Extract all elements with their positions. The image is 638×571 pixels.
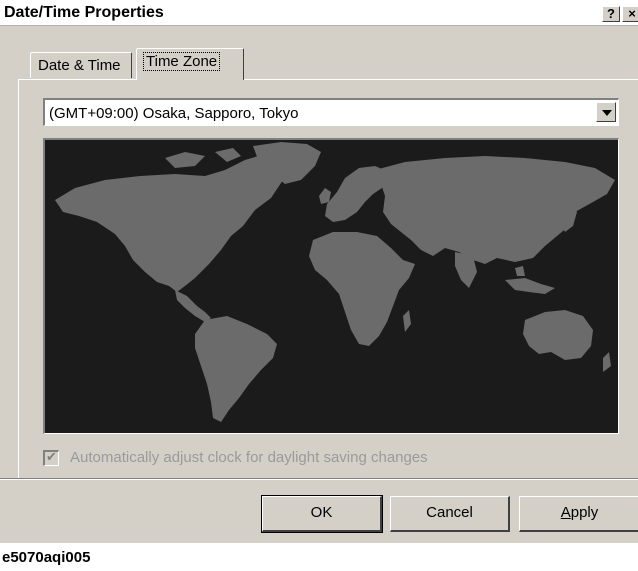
tab-time-zone-label: Time Zone — [142, 52, 221, 71]
arctic-islands-shape — [165, 148, 241, 168]
chevron-down-icon[interactable] — [596, 102, 616, 122]
world-map-graphic — [55, 142, 615, 422]
africa-shape — [309, 232, 415, 346]
date-time-properties-dialog: Date/Time Properties ? × Date & Time Tim… — [0, 0, 638, 543]
tab-date-time[interactable]: Date & Time — [30, 52, 132, 78]
timezone-select-value: (GMT+09:00) Osaka, Sapporo, Tokyo — [49, 105, 299, 122]
help-button[interactable]: ? — [602, 6, 620, 22]
central-america-shape — [175, 290, 211, 322]
new-zealand-shape — [603, 352, 611, 372]
tab-time-zone[interactable]: Time Zone — [136, 48, 244, 80]
madagascar-shape — [403, 310, 411, 332]
figure-caption: e5070aqi005 — [2, 549, 91, 566]
ok-button[interactable]: OK — [261, 495, 383, 533]
title-bar: Date/Time Properties ? × — [0, 0, 638, 26]
divider — [0, 478, 638, 480]
dst-checkbox[interactable] — [43, 449, 59, 466]
apply-button[interactable]: Apply — [519, 496, 638, 532]
south-america-shape — [195, 316, 277, 422]
north-america-shape — [55, 154, 285, 292]
world-map — [43, 138, 619, 434]
apply-label-rest: pply — [570, 504, 599, 521]
asia-shape — [375, 156, 615, 264]
dst-label: Automatically adjust clock for daylight … — [70, 449, 428, 466]
close-button[interactable]: × — [622, 6, 638, 22]
window-title: Date/Time Properties — [4, 4, 164, 21]
australia-shape — [523, 310, 593, 360]
southeast-asia-islands-shape — [505, 266, 555, 294]
timezone-select[interactable]: (GMT+09:00) Osaka, Sapporo, Tokyo — [43, 98, 619, 126]
cancel-button[interactable]: Cancel — [390, 496, 510, 532]
apply-accelerator: A — [560, 504, 571, 521]
